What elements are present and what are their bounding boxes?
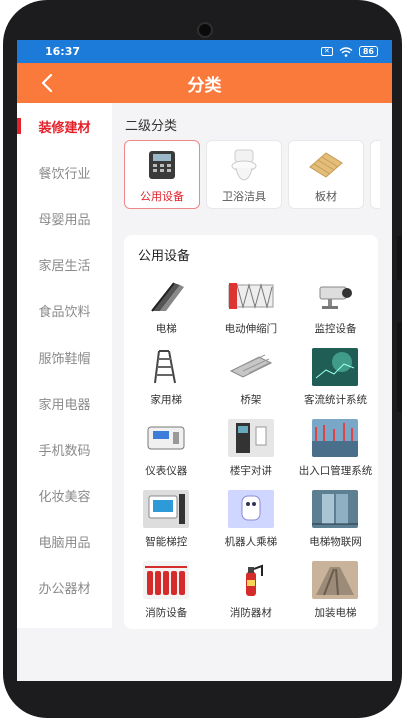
phone-device-icon: [142, 148, 182, 182]
item-smart-elevator-control[interactable]: 智能梯控: [124, 486, 209, 557]
sidebar-item-appliances[interactable]: 家用电器: [17, 380, 112, 426]
sidebar-item-office[interactable]: 办公器材: [17, 565, 112, 611]
status-bar: 16:37 ✕ 86: [17, 40, 392, 63]
smart-elevator-panel-icon: [143, 490, 190, 528]
item-cctv[interactable]: 监控设备: [293, 273, 378, 344]
install-elevator-icon: [312, 561, 359, 599]
sidebar-item-digital[interactable]: 手机数码: [17, 426, 112, 472]
section-title: 二级分类: [125, 119, 178, 134]
item-elevator-iot[interactable]: 电梯物联网: [293, 486, 378, 557]
item-retractable-gate[interactable]: 电动伸缩门: [209, 273, 294, 344]
item-intercom[interactable]: 楼宇对讲: [209, 415, 294, 486]
cable-tray-icon: [228, 348, 274, 386]
item-ladder[interactable]: 家用梯: [124, 344, 209, 415]
item-cable-tray[interactable]: 桥架: [209, 344, 294, 415]
elevator-iot-icon: [312, 490, 359, 528]
status-time: 16:37: [45, 45, 81, 58]
robot-elevator-icon: [227, 490, 274, 528]
page-title: 分类: [187, 75, 222, 96]
item-fire-extinguisher[interactable]: 消防器材: [209, 557, 294, 628]
items-grid: 电梯 电动伸缩门 监控设备 家用梯 桥架 客流统计系统 仪表仪器 楼宇对讲 出入…: [124, 273, 378, 628]
access-control-icon: [312, 419, 359, 457]
front-camera: [197, 22, 213, 38]
subcategory-card-partial[interactable]: [370, 140, 380, 209]
battery-icon: 86: [358, 46, 378, 57]
fire-extinguisher-icon: [228, 561, 274, 599]
subcategory-label: 公用设备: [140, 190, 184, 203]
item-people-counter[interactable]: 客流统计系统: [293, 344, 378, 415]
escalator-icon: [143, 277, 189, 315]
phone-frame: 16:37 ✕ 86 分类 装修建材 餐饮行业 母婴用品 家居生活 食品饮料 服…: [3, 0, 402, 718]
items-panel: 公用设备 电梯 电动伸缩门 监控设备 家用梯 桥架 客流统计系统 仪表仪器 楼宇…: [124, 235, 378, 629]
item-meter[interactable]: 仪表仪器: [124, 415, 209, 486]
subcategory-label: 卫浴洁具: [222, 190, 266, 203]
item-robot-elevator[interactable]: 机器人乘梯: [209, 486, 294, 557]
subcategory-row: 公用设备 卫浴洁具 板材: [124, 140, 380, 209]
main-content: 二级分类 公用设备 卫浴洁具 板材 公用设备 电梯 电动伸缩门 监控设备 家用梯…: [112, 103, 392, 681]
screen: 16:37 ✕ 86 分类 装修建材 餐饮行业 母婴用品 家居生活 食品饮料 服…: [17, 40, 392, 681]
retractable-gate-icon: [228, 277, 274, 315]
sidebar-item-beauty[interactable]: 化妆美容: [17, 473, 112, 519]
sidebar-item-mother-baby[interactable]: 母婴用品: [17, 195, 112, 241]
item-access-control[interactable]: 出入口管理系统: [293, 415, 378, 486]
volume-button: [397, 236, 402, 280]
panel-title: 公用设备: [138, 249, 191, 264]
item-install-elevator[interactable]: 加装电梯: [293, 557, 378, 628]
back-arrow-icon[interactable]: [37, 72, 59, 94]
item-escalator[interactable]: 电梯: [124, 273, 209, 344]
sim-icon: ✕: [320, 47, 333, 56]
title-bar: 分类: [17, 63, 392, 103]
item-fire-equipment[interactable]: 消防设备: [124, 557, 209, 628]
sidebar-item-catering[interactable]: 餐饮行业: [17, 149, 112, 195]
fire-equipment-icon: [143, 561, 190, 599]
toilet-icon: [224, 148, 264, 182]
people-counter-icon: [312, 348, 359, 386]
sidebar-item-decoration[interactable]: 装修建材: [17, 103, 112, 149]
wood-board-icon: [306, 148, 346, 182]
subcategory-label: 板材: [315, 190, 337, 203]
intercom-icon: [227, 419, 274, 457]
sidebar-item-apparel[interactable]: 服饰鞋帽: [17, 334, 112, 380]
sidebar-item-food-drink[interactable]: 食品饮料: [17, 288, 112, 334]
power-button: [397, 322, 402, 412]
sidebar-item-home-living[interactable]: 家居生活: [17, 242, 112, 288]
category-sidebar: 装修建材 餐饮行业 母婴用品 家居生活 食品饮料 服饰鞋帽 家用电器 手机数码 …: [17, 103, 112, 628]
cctv-camera-icon: [312, 277, 358, 315]
subcategory-public-equipment[interactable]: 公用设备: [124, 140, 200, 209]
meter-icon: [143, 419, 189, 457]
sidebar-item-computer[interactable]: 电脑用品: [17, 519, 112, 565]
subcategory-sanitary[interactable]: 卫浴洁具: [206, 140, 282, 209]
ladder-icon: [143, 348, 189, 386]
wifi-icon: [339, 46, 353, 57]
subcategory-boards[interactable]: 板材: [288, 140, 364, 209]
